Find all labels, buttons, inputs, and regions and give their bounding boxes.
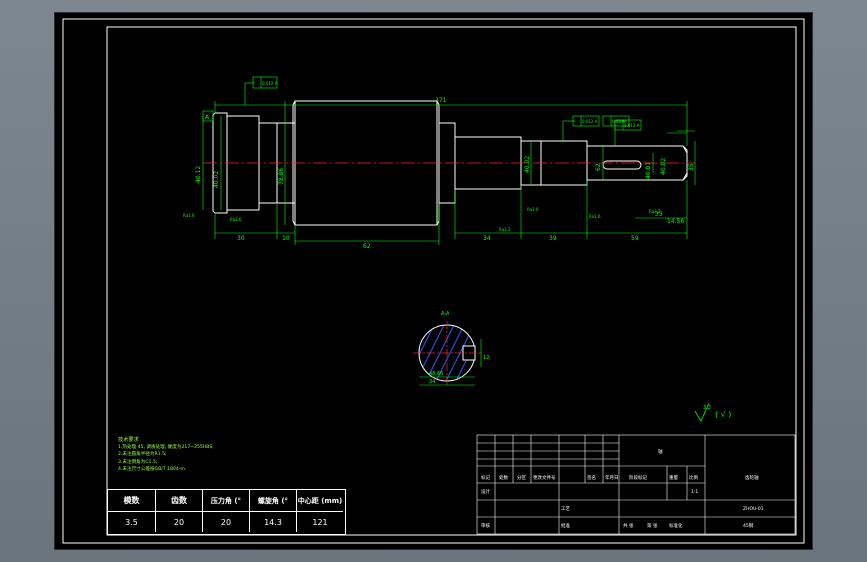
tech-requirements: 技术要求 1.热处理 45, 调质处理, 硬度为217~255HBS; 2.未注… — [118, 437, 214, 473]
gear-parameter-table: 模数 齿数 压力角 (° 螺旋角 (° 中心距 (mm) 3.5 20 20 1… — [107, 489, 346, 535]
tech-item: 4.未注尺寸公差按GB/T 1804-m. — [118, 466, 187, 472]
dim-d4: 62 — [595, 163, 602, 171]
roughness-5: Ra1.6 — [589, 214, 601, 219]
surface-mark: ( √ ) — [715, 410, 731, 419]
param-header: 齿数 — [156, 490, 203, 512]
tb-h1: 处数 — [499, 474, 508, 481]
key-width: 12 — [483, 355, 489, 361]
roughness-4: Ra1.6 — [527, 207, 539, 212]
dim-d7: 40.02 — [660, 158, 667, 175]
dim-l1: 30 — [237, 235, 245, 242]
tb-l8: 第 张 — [647, 522, 658, 529]
tb-drawing-title: 轴 — [658, 448, 663, 455]
tb-unit: 齿轮轴 — [745, 474, 759, 481]
roughness-1: Ra1.6 — [183, 213, 195, 218]
dim-d1: 40.12 — [195, 166, 202, 183]
dim-d8: 35 — [688, 163, 695, 171]
dimension-text: 371 30 10 62 34 39 59 33 14.56 A 40.12 4… — [183, 81, 731, 419]
param-value: 14.3 — [250, 512, 297, 532]
tb-l1: 审核 — [481, 522, 490, 529]
dim-d3: 78.86 — [278, 168, 285, 185]
dim-l2: 10 — [282, 235, 290, 242]
roughness-2: Ra1.6 — [230, 217, 242, 222]
dim-l4: 34 — [483, 235, 491, 242]
dim-d5: 40.02 — [524, 156, 531, 173]
tb-h4: 签名 — [587, 474, 596, 481]
param-value: 20 — [156, 512, 203, 532]
title-block-lines — [476, 434, 796, 535]
dim-l5: 39 — [549, 235, 557, 242]
param-header: 中心距 (mm) — [297, 490, 343, 512]
tb-h2: 分区 — [517, 474, 526, 481]
dim-d2: 40.02 — [213, 171, 220, 188]
section-label: A-A — [441, 311, 450, 317]
param-value: 3.5 — [108, 512, 156, 532]
param-header: 螺旋角 (° — [250, 490, 297, 512]
dim-l6: 59 — [631, 235, 639, 242]
tol-frame-2: 0.012 A — [582, 119, 598, 124]
tech-item: 3.未注倒角为C1.5; — [118, 459, 158, 465]
roughness-6: Ra3.2 — [649, 209, 661, 214]
dim-d6: 40.01 — [645, 162, 652, 179]
tb-l0: 设计 — [481, 488, 490, 495]
key-depth: 48.66 — [429, 371, 443, 377]
tech-item: 1.热处理 45, 调质处理, 硬度为217~255HBS; — [118, 445, 214, 451]
param-header: 压力角 (° — [203, 490, 250, 512]
tb-l4: 阶段标记 — [629, 474, 647, 481]
dim-l8: 14.56 — [667, 218, 684, 225]
tb-l3: 批准 — [561, 522, 570, 529]
param-value: 20 — [203, 512, 250, 532]
tol-frame-1: 0.012 A — [262, 81, 278, 86]
param-header: 模数 — [108, 490, 156, 512]
tech-title: 技术要求 — [118, 437, 139, 443]
tb-l7: 共 张 — [623, 522, 634, 529]
dim-l3: 62 — [363, 243, 371, 250]
tb-l6: 比例 — [689, 474, 698, 481]
tol-frame-4: 0.012 A — [624, 123, 640, 128]
tb-h5: 年月日 — [605, 474, 619, 481]
tb-material: 45钢 — [743, 522, 754, 529]
tech-item: 2.未注圆角半径为R1.5; — [118, 452, 167, 458]
datum-label: A — [205, 114, 210, 121]
cad-viewport[interactable]: 371 30 10 62 34 39 59 33 14.56 A 40.12 4… — [55, 13, 812, 549]
param-value: 121 — [312, 517, 328, 527]
tb-l9: 标准化 — [669, 522, 683, 529]
tb-drawing-no: ZHOU-01 — [743, 506, 764, 512]
key-bottom: 34 — [429, 379, 435, 385]
tb-l5: 重量 — [669, 474, 678, 481]
tb-scale: 1:1 — [691, 489, 698, 495]
tb-h0: 标记 — [481, 474, 490, 481]
dim-overall: 371 — [435, 97, 447, 104]
tb-h3: 更改文件号 — [533, 474, 556, 481]
roughness-3: Ra3.2 — [499, 227, 511, 232]
tb-l2: 工艺 — [561, 506, 570, 512]
